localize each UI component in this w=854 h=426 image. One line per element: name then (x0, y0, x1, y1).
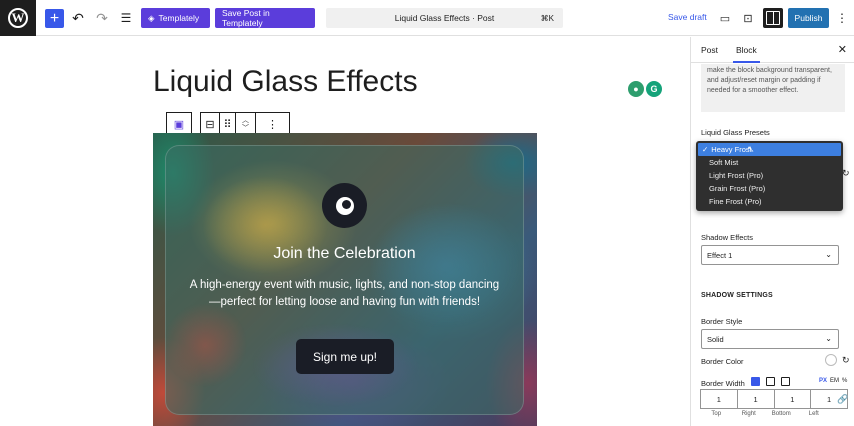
templately-icon: ◈ (148, 12, 155, 23)
reset-icon[interactable]: ↻ (842, 355, 850, 366)
more-vertical-icon: ⋮ (267, 119, 278, 131)
individual-sides-icon[interactable] (766, 377, 775, 386)
publish-button[interactable]: Publish (788, 8, 829, 28)
parent-block-icon: ⊟ (205, 119, 215, 131)
border-width-labels: Top Right Bottom Left (700, 411, 830, 417)
list-view-icon: ☰ (120, 11, 132, 25)
reset-icon[interactable]: ↻ (842, 168, 850, 179)
mouse-cursor-icon: ↖ (747, 144, 755, 154)
checkmark-icon: ✓ (702, 145, 709, 154)
border-style-value: Solid (707, 334, 724, 344)
label-right: Right (741, 411, 756, 417)
tab-post[interactable]: Post (701, 45, 718, 55)
unit-em[interactable]: EM (830, 378, 839, 384)
document-title: Liquid Glass Effects · Post (394, 13, 495, 23)
desktop-icon: ▭ (719, 12, 731, 25)
border-color-label: Border Color (701, 357, 744, 366)
wordpress-logo-button[interactable]: W (0, 0, 36, 36)
unit-switcher: PX EM % (819, 378, 847, 384)
drag-handle-icon: ⠿ (223, 119, 232, 131)
external-view-icon: ⊡ (743, 12, 753, 25)
preset-option-soft-mist[interactable]: Soft Mist (698, 156, 841, 169)
preset-option-fine-frost[interactable]: Fine Frost (Pro) (698, 195, 841, 208)
editor-canvas: Liquid Glass Effects ● G ▣ ⊟ ⠿ ︿ ﹀ ⋮ Joi… (0, 37, 690, 426)
swirl-icon (335, 196, 354, 215)
save-templately-label: Save Post in Templately (222, 8, 270, 28)
shadow-effects-label: Shadow Effects (701, 233, 753, 242)
hero-heading: Join the Celebration (273, 245, 416, 262)
border-width-bottom[interactable]: 1 (775, 390, 812, 408)
document-overview-button[interactable]: ☰ (118, 8, 134, 28)
event-logo (322, 183, 367, 228)
options-menu-button[interactable]: ⋮ (836, 8, 848, 28)
unit-percent[interactable]: % (842, 378, 847, 384)
add-block-button[interactable]: + (45, 9, 64, 28)
border-width-inputs: 1 1 1 1 (700, 389, 848, 409)
preset-option-label: Heavy Frost (711, 145, 752, 154)
all-sides-icon[interactable] (751, 377, 760, 386)
label-top: Top (711, 411, 722, 417)
undo-button[interactable]: ↶ (70, 8, 86, 28)
editor-topbar: W + ↶ ↷ ☰ ◈ Templately Save Post in Temp… (0, 0, 854, 36)
settings-sidebar-toggle[interactable] (763, 8, 783, 28)
border-width-label: Border Width (701, 379, 745, 388)
location-pin-icon[interactable]: ● (628, 81, 644, 97)
border-width-top[interactable]: 1 (701, 390, 738, 408)
block-type-icon: ▣ (173, 119, 185, 131)
templately-button[interactable]: ◈ Templately (141, 8, 210, 28)
redo-button[interactable]: ↷ (94, 8, 110, 28)
chevron-down-icon: ⌄ (825, 250, 832, 259)
sign-up-button[interactable]: Sign me up! (296, 339, 394, 374)
border-width-right[interactable]: 1 (738, 390, 775, 408)
link-sides-icon[interactable]: 🔗 (837, 394, 848, 405)
label-left: Left (808, 411, 819, 417)
preset-option-grain-frost[interactable]: Grain Frost (Pro) (698, 182, 841, 195)
chevron-down-icon: ⌄ (825, 334, 832, 343)
settings-sidebar: Post Block ✕ make the block background t… (690, 37, 854, 426)
unit-px[interactable]: PX (819, 378, 827, 384)
post-title[interactable]: Liquid Glass Effects (153, 65, 418, 99)
border-style-label: Border Style (701, 317, 743, 326)
save-post-in-templately-button[interactable]: Save Post in Templately (215, 8, 315, 28)
chevron-down-icon[interactable]: ﹀ (242, 125, 249, 133)
save-draft-button[interactable]: Save draft (668, 12, 707, 22)
presets-label: Liquid Glass Presets (701, 128, 770, 137)
border-style-select[interactable]: Solid ⌄ (701, 329, 839, 349)
extension-icons: ● G (628, 81, 662, 97)
border-side-toggles (751, 377, 790, 386)
redo-icon: ↷ (96, 9, 108, 26)
border-color-swatch[interactable] (825, 354, 837, 366)
command-shortcut: ⌘K (540, 13, 554, 23)
sidebar-tabs: Post Block ✕ (691, 37, 854, 63)
templately-label: Templately (158, 13, 200, 23)
plus-icon: + (49, 9, 60, 27)
hero-description: A high-energy event with music, lights, … (189, 279, 500, 308)
preset-option-heavy-frost[interactable]: ✓ Heavy Frost (698, 143, 841, 156)
more-vertical-icon: ⋮ (836, 11, 848, 25)
liquid-glass-hero-block[interactable]: Join the Celebration A high-energy event… (153, 133, 537, 426)
glass-card: Join the Celebration A high-energy event… (165, 145, 524, 415)
shadow-effects-select[interactable]: Effect 1 ⌄ (701, 245, 839, 265)
close-icon[interactable]: ✕ (838, 43, 847, 56)
tab-block[interactable]: Block (733, 45, 760, 63)
grammarly-icon[interactable]: G (646, 81, 662, 97)
shadow-settings-heading: SHADOW SETTINGS (701, 292, 773, 299)
wordpress-icon: W (8, 8, 28, 28)
view-post-button[interactable]: ⊡ (740, 8, 756, 28)
corner-icon[interactable] (781, 377, 790, 386)
glass-notice: make the block background transparent, a… (701, 64, 845, 112)
preview-button[interactable]: ▭ (717, 8, 733, 28)
label-bottom: Bottom (771, 411, 791, 417)
preset-option-light-frost[interactable]: Light Frost (Pro) (698, 169, 841, 182)
undo-icon: ↶ (72, 9, 84, 26)
chevron-up-icon[interactable]: ︿ (242, 117, 249, 125)
shadow-effects-value: Effect 1 (707, 250, 733, 260)
presets-dropdown-menu: ✓ Heavy Frost Soft Mist Light Frost (Pro… (696, 141, 843, 211)
document-title-bar[interactable]: Liquid Glass Effects · Post ⌘K (326, 8, 563, 28)
